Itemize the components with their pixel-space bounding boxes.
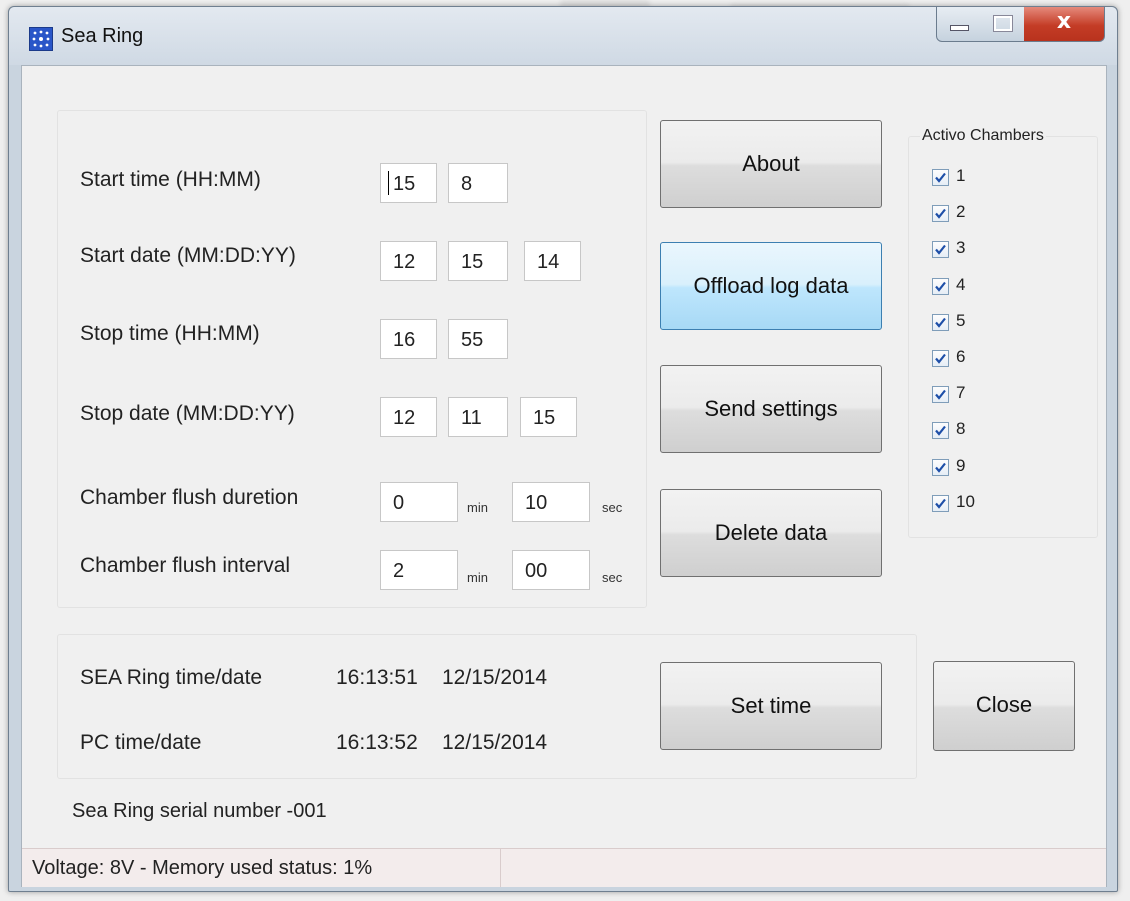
flush-duration-label: Chamber flush duretion <box>80 486 299 509</box>
flush-interval-label: Chamber flush interval <box>80 554 291 577</box>
minimize-button[interactable] <box>936 7 982 42</box>
checkmark-icon <box>935 353 946 364</box>
pc-time-label: PC time/date <box>80 731 202 754</box>
pc-date-value: 12/15/2014 <box>442 731 548 754</box>
chamber-checkbox[interactable] <box>932 169 949 186</box>
start-date-label: Start date (MM:DD:YY) <box>80 244 296 267</box>
flush-interval-sec-input[interactable]: 00 <box>512 550 590 590</box>
sea-ring-app-icon <box>29 27 53 51</box>
stop-date-month-input[interactable]: 12 <box>380 397 437 437</box>
send-settings-button[interactable]: Send settings <box>660 365 882 453</box>
close-window-button[interactable]: x <box>1024 7 1105 42</box>
chamber-checkbox-label: 9 <box>956 455 966 475</box>
chamber-checkbox[interactable] <box>932 277 949 295</box>
flush-duration-min-input[interactable]: 0 <box>380 482 458 522</box>
active-chambers-group <box>908 136 1098 538</box>
active-chambers-title: Activo Chambers <box>920 127 1046 145</box>
flush-interval-min-unit: min <box>467 570 488 585</box>
start-time-label: Start time (HH:MM) <box>80 168 261 191</box>
checkmark-icon <box>935 317 946 328</box>
stop-time-hours-input[interactable]: 16 <box>380 319 437 359</box>
minimize-icon <box>950 25 969 31</box>
status-bar: Voltage: 8V - Memory used status: 1% <box>22 848 1106 887</box>
sea-ring-window: Sea Ring x Start time (HH:MM) 15 8 Start… <box>8 6 1118 892</box>
checkmark-icon <box>935 498 946 509</box>
text-caret <box>388 171 389 195</box>
start-date-year-input[interactable]: 14 <box>524 241 581 281</box>
close-icon: x <box>1056 9 1072 34</box>
maximize-button[interactable] <box>980 7 1025 42</box>
start-date-month-input[interactable]: 12 <box>380 241 437 281</box>
window-title: Sea Ring <box>61 25 144 47</box>
checkmark-icon <box>935 426 946 437</box>
stop-date-day-input[interactable]: 11 <box>448 397 508 437</box>
start-time-hours-value: 15 <box>393 173 416 195</box>
sea-ring-time-label: SEA Ring time/date <box>80 666 263 689</box>
chamber-checkbox[interactable] <box>932 494 949 512</box>
checkmark-icon <box>935 462 946 473</box>
start-time-hours-input[interactable]: 15 <box>380 163 437 203</box>
chamber-checkbox-label: 2 <box>956 202 966 222</box>
chamber-checkbox[interactable] <box>932 205 949 223</box>
checkmark-icon <box>935 172 946 183</box>
stop-date-label: Stop date (MM:DD:YY) <box>80 402 295 425</box>
checkmark-icon <box>935 245 946 256</box>
start-time-minutes-input[interactable]: 8 <box>448 163 508 203</box>
flush-duration-sec-input[interactable]: 10 <box>512 482 590 522</box>
checkmark-icon <box>935 281 946 292</box>
stop-time-label: Stop time (HH:MM) <box>80 322 260 345</box>
chamber-checkbox[interactable] <box>932 350 949 367</box>
start-date-day-input[interactable]: 15 <box>448 241 508 281</box>
title-bar[interactable]: Sea Ring x <box>9 7 1117 65</box>
stop-date-year-input[interactable]: 15 <box>520 397 577 437</box>
stop-time-minutes-input[interactable]: 55 <box>448 319 508 359</box>
chamber-checkbox-label: 8 <box>956 419 966 439</box>
chamber-checkbox-label: 4 <box>956 274 966 294</box>
sea-ring-time-value: 16:13:51 <box>336 666 418 689</box>
client-area: Start time (HH:MM) 15 8 Start date (MM:D… <box>21 65 1107 887</box>
flush-duration-min-unit: min <box>467 500 488 515</box>
checkmark-icon <box>935 390 946 400</box>
chamber-checkbox[interactable] <box>932 241 949 259</box>
chamber-checkbox-label: 7 <box>956 383 966 403</box>
chamber-checkbox[interactable] <box>932 458 949 476</box>
checkmark-icon <box>935 209 946 219</box>
status-text: Voltage: 8V - Memory used status: 1% <box>32 857 373 879</box>
chamber-checkbox[interactable] <box>932 386 949 404</box>
sea-ring-date-value: 12/15/2014 <box>442 666 548 689</box>
chamber-checkbox-label: 3 <box>956 238 966 258</box>
offload-log-data-button[interactable]: Offload log data <box>660 242 882 330</box>
delete-data-button[interactable]: Delete data <box>660 489 882 577</box>
flush-interval-sec-unit: sec <box>602 570 623 585</box>
serial-number: Sea Ring serial number -001 <box>72 800 327 822</box>
set-time-button[interactable]: Set time <box>660 662 882 750</box>
pc-time-value: 16:13:52 <box>336 731 418 754</box>
flush-duration-sec-unit: sec <box>602 500 623 515</box>
close-button[interactable]: Close <box>933 661 1075 751</box>
chamber-checkbox-label: 1 <box>956 166 966 185</box>
chamber-checkbox-label: 5 <box>956 310 966 330</box>
status-separator <box>500 849 501 887</box>
flush-interval-min-input[interactable]: 2 <box>380 550 458 590</box>
chamber-checkbox-label: 10 <box>956 491 975 511</box>
chamber-checkbox[interactable] <box>932 422 949 440</box>
chamber-checkbox[interactable] <box>932 313 949 331</box>
maximize-icon <box>993 15 1013 32</box>
chamber-checkbox-label: 6 <box>956 347 966 366</box>
about-button[interactable]: About <box>660 120 882 208</box>
